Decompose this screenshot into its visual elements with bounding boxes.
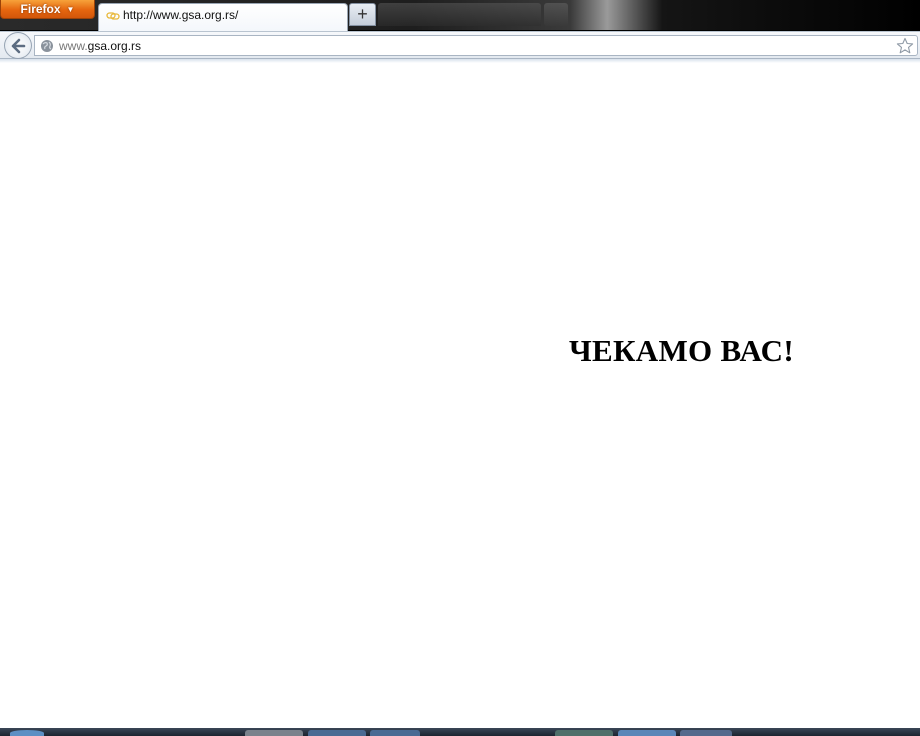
taskbar-item[interactable] [245, 730, 303, 736]
loading-favicon-icon [106, 12, 120, 20]
url-text: www.gsa.org.rs [59, 39, 141, 53]
back-arrow-icon [11, 38, 26, 54]
tab-title: http://www.gsa.org.rs/ [123, 8, 239, 22]
taskbar-item[interactable] [370, 730, 420, 736]
page-headline: ЧЕКАМО ВАС! [569, 333, 794, 368]
star-icon[interactable] [896, 37, 914, 55]
url-domain: gsa.org.rs [87, 39, 142, 53]
firefox-menu-button[interactable]: Firefox ▼ [0, 0, 95, 19]
title-bar: Firefox ▼ http://www.gsa.org.rs/ + [0, 0, 920, 31]
new-tab-button[interactable]: + [349, 3, 376, 26]
firefox-menu-label: Firefox [20, 2, 61, 16]
navigation-toolbar: www.gsa.org.rs [0, 31, 920, 59]
taskbar-item[interactable] [308, 730, 366, 736]
dropdown-arrow-icon: ▼ [66, 5, 75, 14]
back-button[interactable] [4, 32, 32, 59]
url-bar[interactable]: www.gsa.org.rs [34, 35, 918, 56]
globe-icon[interactable] [40, 39, 54, 53]
taskbar-item[interactable] [555, 730, 613, 736]
taskbar-item[interactable] [618, 730, 676, 736]
background-tab[interactable] [378, 3, 541, 26]
windows-taskbar [0, 728, 920, 736]
page-content: ЧЕКАМО ВАС! [0, 63, 920, 728]
url-prefix: www. [59, 39, 88, 53]
taskbar-item[interactable] [680, 730, 732, 736]
start-button[interactable] [10, 730, 44, 736]
tab-list-button[interactable] [544, 3, 568, 26]
tab-gsa[interactable]: http://www.gsa.org.rs/ [98, 3, 348, 31]
